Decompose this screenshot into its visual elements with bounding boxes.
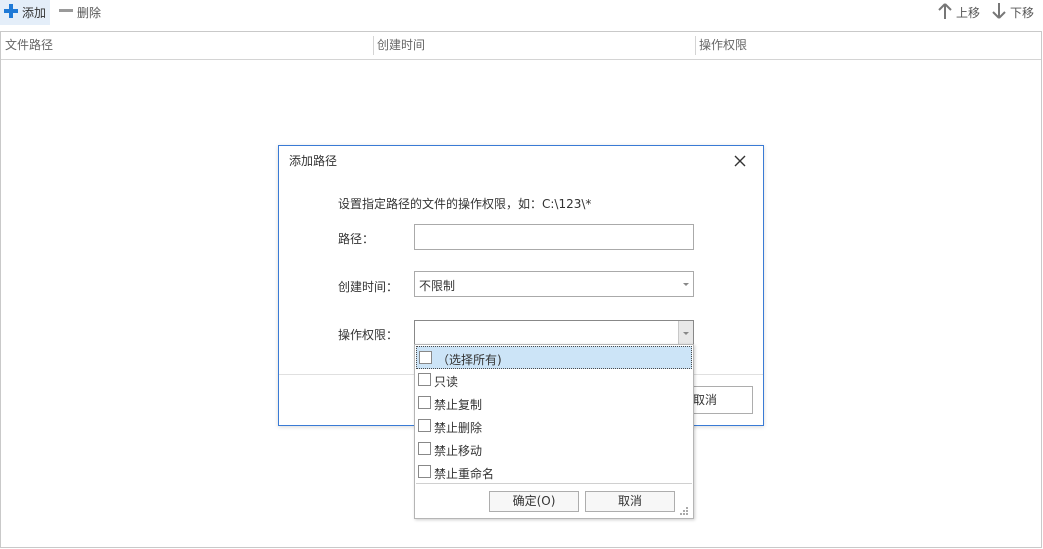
permission-dropdown-button[interactable] bbox=[678, 321, 693, 345]
add-button-label: 添加 bbox=[22, 6, 47, 20]
dropdown-item-label: 禁止移动 bbox=[434, 444, 483, 458]
checkbox[interactable] bbox=[418, 442, 431, 455]
dropdown-item-select-all[interactable]: （选择所有) bbox=[416, 346, 692, 369]
dropdown-cancel-button[interactable]: 取消 bbox=[585, 491, 675, 512]
checkbox[interactable] bbox=[418, 396, 431, 409]
created-time-label: 创建时间： bbox=[338, 280, 399, 294]
checkbox[interactable] bbox=[419, 351, 432, 364]
dropdown-item-label: 禁止重命名 bbox=[434, 467, 495, 481]
grid-header: 文件路径 创建时间 操作权限 bbox=[1, 32, 1041, 60]
add-button[interactable]: 添加 bbox=[0, 0, 51, 25]
checkbox[interactable] bbox=[418, 373, 431, 386]
delete-button[interactable]: 删除 bbox=[58, 0, 101, 25]
resize-grip-icon[interactable] bbox=[679, 505, 689, 515]
move-up-label: 上移 bbox=[956, 6, 981, 20]
arrow-up-icon bbox=[937, 2, 953, 23]
permission-dropdown: （选择所有) 只读 禁止复制 禁止删除 禁止移动 禁止重命名 确定(O) 取消 bbox=[414, 344, 694, 519]
created-time-value: 不限制 bbox=[419, 279, 456, 293]
move-down-button[interactable]: 下移 bbox=[991, 0, 1034, 25]
dialog-cancel-label: 取消 bbox=[693, 393, 718, 407]
dropdown-item-no-rename[interactable]: 禁止重命名 bbox=[416, 461, 692, 484]
move-down-label: 下移 bbox=[1010, 6, 1035, 20]
dropdown-item-no-delete[interactable]: 禁止删除 bbox=[416, 415, 692, 438]
close-icon[interactable] bbox=[732, 153, 748, 169]
arrow-down-icon bbox=[991, 2, 1007, 23]
permission-select[interactable] bbox=[414, 320, 694, 346]
path-label: 路径： bbox=[338, 232, 375, 246]
permission-label: 操作权限： bbox=[338, 328, 399, 342]
dialog-title: 添加路径 bbox=[289, 154, 338, 168]
created-time-select[interactable]: 不限制 bbox=[414, 271, 694, 297]
dropdown-item-readonly[interactable]: 只读 bbox=[416, 369, 692, 392]
delete-button-label: 删除 bbox=[77, 6, 102, 20]
dropdown-item-label: 只读 bbox=[434, 375, 459, 389]
dropdown-item-no-copy[interactable]: 禁止复制 bbox=[416, 392, 692, 415]
checkbox[interactable] bbox=[418, 419, 431, 432]
toolbar: 添加 删除 上移 下移 bbox=[0, 0, 1043, 26]
chevron-down-icon bbox=[683, 283, 689, 286]
column-header-permission[interactable]: 操作权限 bbox=[695, 32, 1041, 59]
move-up-button[interactable]: 上移 bbox=[937, 0, 980, 25]
path-input[interactable] bbox=[414, 224, 694, 250]
dialog-description: 设置指定路径的文件的操作权限，如：C:\123\* bbox=[338, 197, 592, 211]
dropdown-item-no-move[interactable]: 禁止移动 bbox=[416, 438, 692, 461]
column-header-created[interactable]: 创建时间 bbox=[373, 32, 695, 59]
checkbox[interactable] bbox=[418, 465, 431, 478]
chevron-down-icon bbox=[683, 332, 689, 335]
dropdown-item-label: 禁止复制 bbox=[434, 398, 483, 412]
dropdown-divider bbox=[416, 483, 692, 484]
dropdown-ok-button[interactable]: 确定(O) bbox=[489, 491, 579, 512]
dropdown-item-label: （选择所有) bbox=[437, 353, 502, 367]
minus-icon bbox=[58, 3, 74, 22]
plus-icon bbox=[3, 3, 19, 22]
column-header-path[interactable]: 文件路径 bbox=[1, 32, 373, 59]
dropdown-item-label: 禁止删除 bbox=[434, 421, 483, 435]
